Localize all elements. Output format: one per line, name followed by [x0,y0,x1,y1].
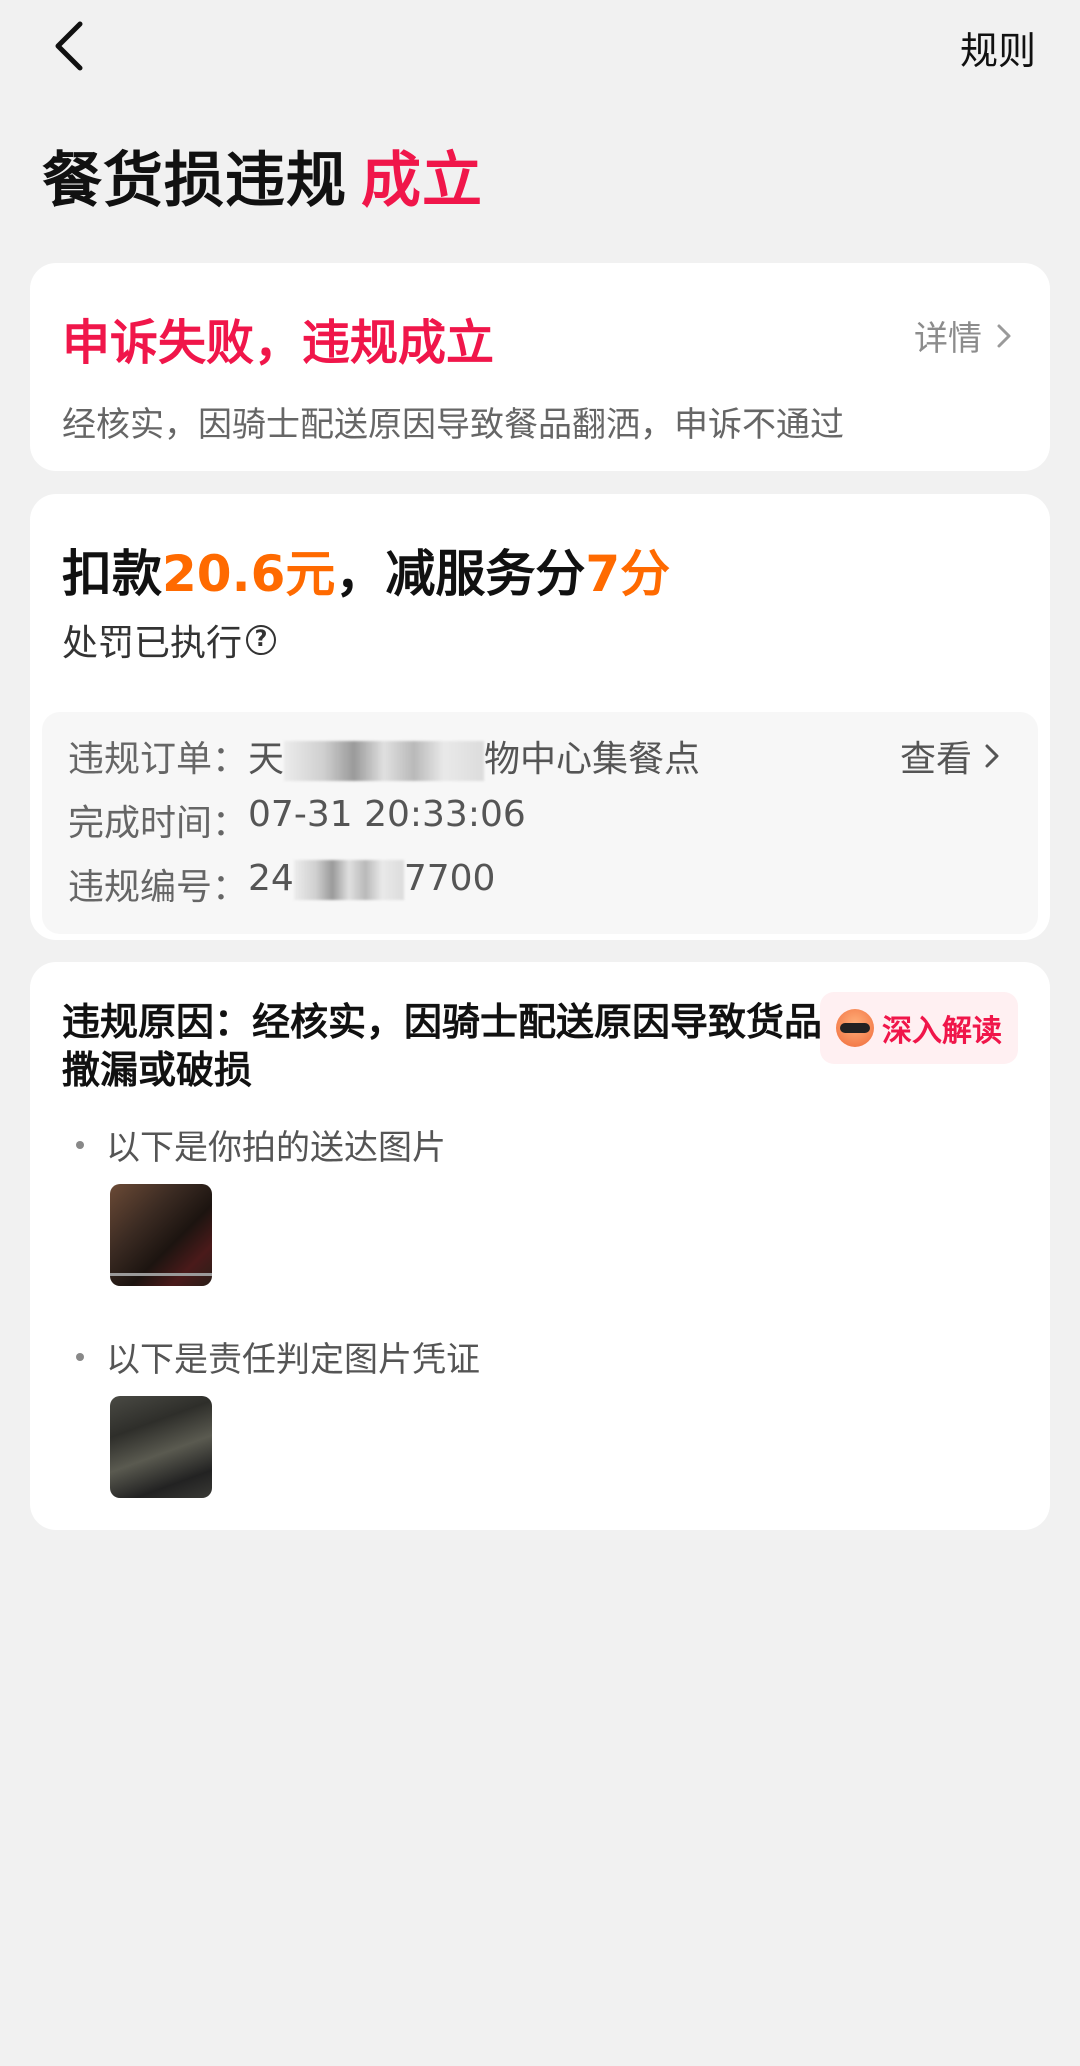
deep-explain-button[interactable]: 深入解读 [820,992,1018,1064]
page-title-main: 餐货损违规 [42,146,347,216]
rules-link[interactable]: 规则 [960,20,1036,75]
penalty-amount: 20.6元 [162,545,336,603]
appeal-result-title: 申诉失败，违规成立 [62,315,495,371]
penalty-score: 7分 [585,545,671,603]
page-title-status: 成立 [361,146,483,216]
violation-reason-card: 违规原因：经核实，因骑士配送原因导致货品撒漏或破损 深入解读 以下是你拍的送达图… [30,962,1050,1530]
order-value: 天 物中心集餐点 [248,730,700,782]
back-button[interactable] [50,18,100,74]
penalty-card: 扣款20.6元，减服务分7分 处罚已执行 ? 违规订单： 天 物中心集餐点 查看 … [30,494,1050,940]
penalty-summary: 扣款20.6元，减服务分7分 [62,534,670,606]
detail-link-label: 详情 [914,319,982,359]
time-value: 07-31 20:33:06 [248,794,526,835]
penalty-status-label: 处罚已执行 [62,623,243,664]
chevron-left-icon [55,21,83,71]
view-order-label: 查看 [899,739,972,780]
delivered-photos-label: 以下是你拍的送达图片 [106,1128,446,1168]
help-icon[interactable]: ? [246,625,277,655]
chevron-right-icon [997,324,1011,347]
penalty-prefix: 扣款 [62,545,162,603]
completion-time-row: 完成时间： 07-31 20:33:06 [68,794,526,846]
evidence-photos-heading: 以下是责任判定图片凭证 [76,1332,480,1381]
chevron-right-icon [985,744,999,768]
delivered-photos-heading: 以下是你拍的送达图片 [76,1120,446,1169]
detail-link[interactable]: 详情 [914,311,1014,360]
page-title: 餐货损违规 成立 [42,132,483,219]
bullet-dot-icon [76,1140,84,1149]
penalty-middle: ，减服务分 [335,545,586,603]
delivered-photo-thumbnail[interactable] [110,1184,212,1286]
appeal-result-description: 经核实，因骑士配送原因导致餐品翻洒，申诉不通过 [62,405,844,445]
view-order-link[interactable]: 查看 [900,730,1002,782]
redacted-blur [293,860,404,900]
evidence-photo-thumbnail[interactable] [110,1396,212,1498]
time-label: 完成时间： [68,803,249,844]
appeal-result-card: 申诉失败，违规成立 详情 经核实，因骑士配送原因导致餐品翻洒，申诉不通过 [30,263,1050,471]
number-value-start: 24 [248,858,294,899]
number-label: 违规编号： [68,867,249,908]
number-value-end: 7700 [403,858,496,899]
violation-order-row: 违规订单： 天 物中心集餐点 [68,730,700,782]
violation-reason: 违规原因：经核实，因骑士配送原因导致货品撒漏或破损 [62,1000,823,1092]
order-value-end: 物中心集餐点 [484,739,701,780]
number-value: 24 7700 [248,858,495,910]
robot-avatar-icon [836,1009,874,1047]
order-value-start: 天 [248,739,285,780]
deep-explain-label: 深入解读 [882,1014,1002,1049]
bullet-dot-icon [76,1352,84,1361]
violation-info-box: 违规订单： 天 物中心集餐点 查看 完成时间： 07-31 20:33:06 违规… [42,712,1038,934]
penalty-status: 处罚已执行 ? [62,614,277,666]
redacted-blur [284,741,485,781]
evidence-photos-label: 以下是责任判定图片凭证 [106,1340,480,1380]
order-label: 违规订单： [68,739,249,780]
top-bar: 规则 [0,0,1080,100]
violation-number-row: 违规编号： 24 7700 [68,858,495,910]
